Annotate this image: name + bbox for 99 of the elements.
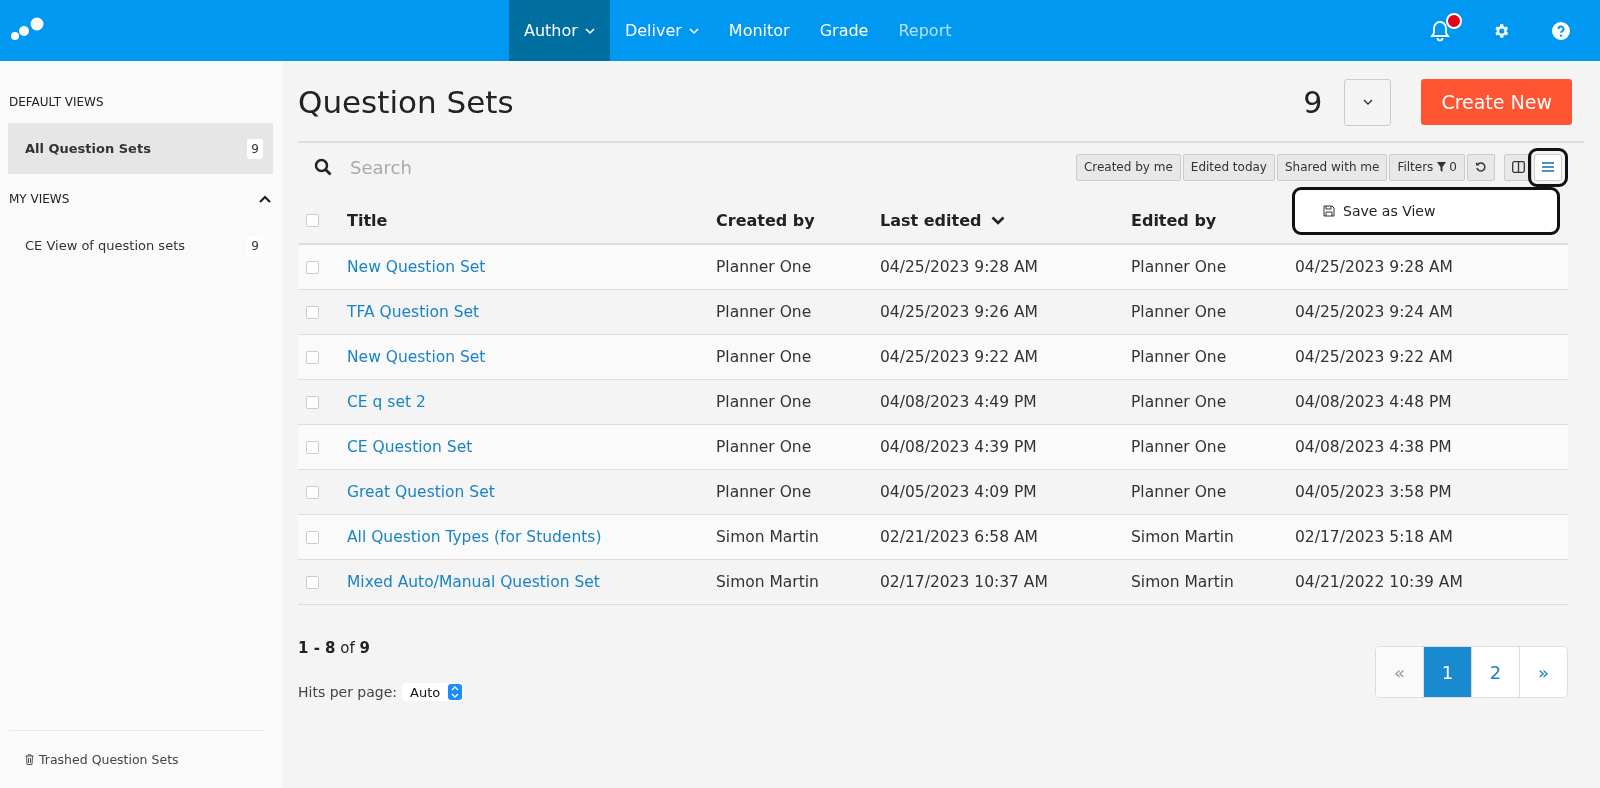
filter-chip[interactable]: Shared with me: [1276, 153, 1388, 181]
save-icon: [1323, 205, 1335, 217]
trashed-link[interactable]: Trashed Question Sets: [25, 752, 179, 767]
sidebar-item[interactable]: All Question Sets 9: [8, 123, 273, 174]
sort-down-icon[interactable]: [991, 215, 1006, 225]
bell-icon[interactable]: [1430, 19, 1450, 42]
view-name: CE View of question sets: [25, 238, 185, 253]
results-summary: 1 - 8 of 9: [298, 639, 370, 657]
title-link[interactable]: All Question Types (for Students): [347, 528, 716, 546]
table-cell-text: 04/25/2023 9:28 AM: [1295, 258, 1454, 276]
reset-icon: [1475, 161, 1487, 173]
funnel-icon: [1437, 162, 1447, 172]
table-cell-text: Planner One: [1131, 258, 1228, 276]
nav-tab[interactable]: Grade: [804, 0, 884, 61]
row-checkbox[interactable]: [306, 485, 319, 499]
page-title: Question Sets: [298, 84, 515, 120]
table-cell-text: Planner One: [716, 483, 813, 501]
columns-icon: [1511, 161, 1525, 173]
table-cell-text: Planner One: [716, 303, 813, 321]
table-cell-text: 04/08/2023 4:39 PM: [880, 438, 1038, 456]
table-cell-text: Planner One: [1131, 438, 1228, 456]
table-cell-text: Planner One: [1131, 303, 1228, 321]
table-cell-text: 04/08/2023 4:48 PM: [1295, 393, 1453, 411]
search-icon: [314, 158, 332, 176]
table-cell-text: 04/25/2023 9:22 AM: [1295, 348, 1454, 366]
column-header[interactable]: Title: [347, 210, 388, 230]
title-link[interactable]: Mixed Auto/Manual Question Set: [347, 573, 716, 591]
reset-button[interactable]: [1467, 153, 1495, 181]
row-checkbox[interactable]: [306, 305, 319, 319]
menu-item[interactable]: Save as View: [1323, 203, 1436, 219]
table-cell-text: 04/05/2023 4:09 PM: [880, 483, 1038, 501]
table-cell-text: Simon Martin: [716, 528, 820, 546]
column-header[interactable]: Edited by: [1131, 210, 1217, 230]
table-cell-text: Planner One: [1131, 483, 1228, 501]
table-cell-text: Planner One: [1131, 393, 1228, 411]
row-checkbox[interactable]: [306, 440, 319, 454]
count-badge: 9: [247, 235, 263, 256]
row-checkbox[interactable]: [306, 260, 319, 274]
sidebar-item[interactable]: CE View of question sets 9: [8, 220, 273, 271]
row-checkbox[interactable]: [306, 350, 319, 364]
result-count: 9: [1303, 84, 1323, 120]
title-link[interactable]: CE Question Set: [347, 438, 716, 456]
table-cell-text: 04/08/2023 4:38 PM: [1295, 438, 1453, 456]
section-heading: DEFAULT VIEWS: [9, 95, 104, 109]
page-button[interactable]: 2: [1471, 647, 1519, 697]
title-link[interactable]: New Question Set: [347, 258, 716, 276]
table-cell-text: 02/21/2023 6:58 AM: [880, 528, 1039, 546]
table-cell-text: Planner One: [716, 348, 813, 366]
chevron-down-icon: [584, 27, 595, 35]
trash-icon: [25, 754, 34, 765]
row-checkbox[interactable]: [306, 530, 319, 544]
menu-icon: [1542, 162, 1554, 172]
page-button[interactable]: 1: [1423, 647, 1471, 697]
view-name: All Question Sets: [25, 141, 151, 156]
create-new-button[interactable]: Create New: [1421, 79, 1572, 125]
previous-page-button[interactable]: «: [1376, 647, 1423, 697]
table-cell-text: Simon Martin: [1131, 528, 1235, 546]
table-cell-text: 04/08/2023 4:49 PM: [880, 393, 1038, 411]
chevron-down-icon: [1362, 98, 1373, 106]
table-cell-text: 04/25/2023 9:26 AM: [880, 303, 1039, 321]
help-icon[interactable]: [1552, 21, 1570, 40]
table-cell-text: Planner One: [1131, 348, 1228, 366]
row-checkbox[interactable]: [306, 575, 319, 589]
filter-chip[interactable]: Edited today: [1182, 153, 1275, 181]
nav-tab[interactable]: Author: [509, 0, 610, 61]
column-header[interactable]: Last edited: [880, 210, 982, 230]
table-cell-text: Simon Martin: [716, 573, 820, 591]
row-checkbox[interactable]: [306, 395, 319, 409]
hits-label: Hits per page:: [298, 684, 398, 700]
chevron-up-icon[interactable]: [259, 195, 271, 203]
next-page-button[interactable]: »: [1519, 647, 1567, 697]
title-link[interactable]: CE q set 2: [347, 393, 716, 411]
filters-button[interactable]: Filters 0: [1389, 153, 1465, 181]
hits-select[interactable]: Auto: [402, 683, 465, 701]
dropdown-button[interactable]: [1344, 78, 1392, 126]
filter-chip[interactable]: Created by me: [1075, 153, 1181, 181]
table-cell-text: 04/25/2023 9:28 AM: [880, 258, 1039, 276]
table-cell-text: Planner One: [716, 393, 813, 411]
table-cell-text: 02/17/2023 10:37 AM: [880, 573, 1049, 591]
count-badge: 9: [247, 138, 263, 159]
updown-icon: [448, 684, 463, 700]
table-cell-text: 04/21/2022 10:39 AM: [1295, 573, 1464, 591]
title-link[interactable]: New Question Set: [347, 348, 716, 366]
table-cell-text: 04/05/2023 3:58 PM: [1295, 483, 1453, 501]
title-link[interactable]: Great Question Set: [347, 483, 716, 501]
table-cell-text: 04/25/2023 9:24 AM: [1295, 303, 1454, 321]
title-link[interactable]: TFA Question Set: [347, 303, 716, 321]
table-cell-text: 04/25/2023 9:22 AM: [880, 348, 1039, 366]
table-cell-text: Planner One: [716, 438, 813, 456]
select-all-checkbox[interactable]: [306, 213, 319, 227]
column-header[interactable]: Created by: [716, 210, 815, 230]
section-heading: MY VIEWS: [9, 192, 70, 206]
nav-tab[interactable]: Deliver: [609, 0, 714, 61]
table-cell-text: 02/17/2023 5:18 AM: [1295, 528, 1454, 546]
chevron-down-icon: [688, 27, 699, 35]
nav-tab[interactable]: Monitor: [713, 0, 805, 61]
table-cell-text: Simon Martin: [1131, 573, 1235, 591]
search-field[interactable]: Search: [348, 155, 1076, 179]
table-cell-text: Planner One: [716, 258, 813, 276]
